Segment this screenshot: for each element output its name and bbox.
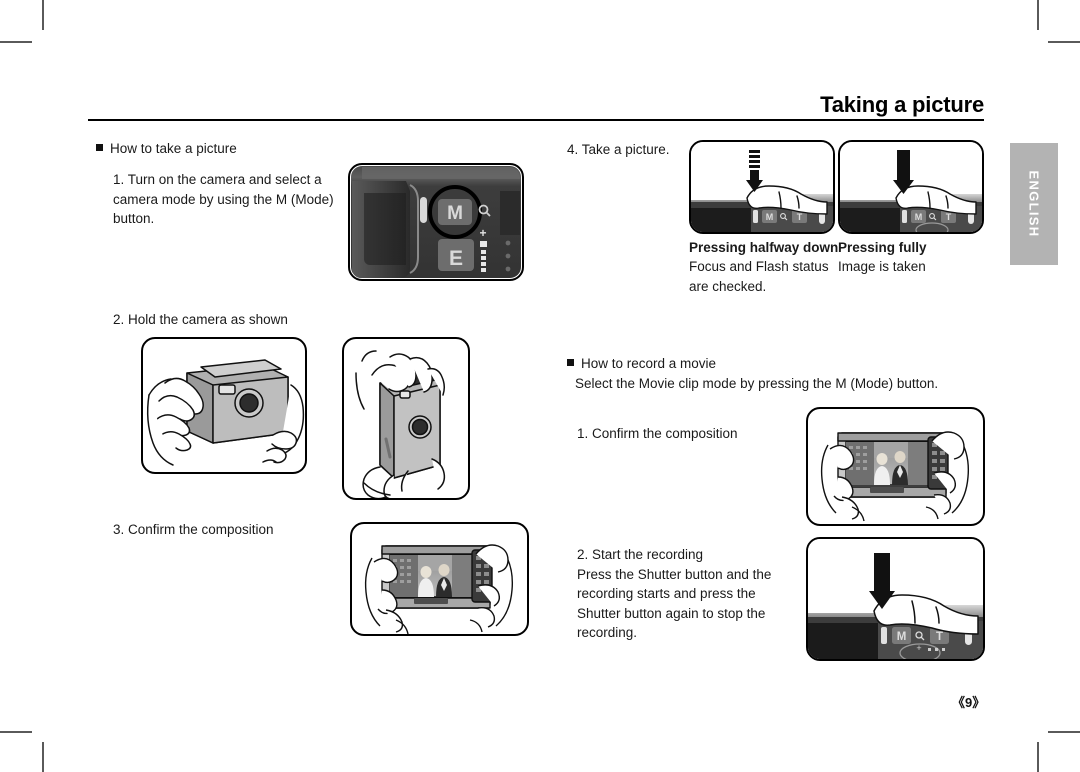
heading-how-to-take-a-picture-label: How to take a picture	[110, 141, 237, 156]
heading-how-to-record-a-movie-label: How to record a movie	[581, 356, 717, 371]
crop-mark-top-left-horizontal	[0, 41, 32, 43]
illustration-press-fully: M T	[838, 140, 984, 234]
svg-text:T: T	[797, 212, 803, 222]
language-tab: ENGLISH	[1010, 143, 1058, 265]
crop-mark-bottom-right-horizontal	[1048, 731, 1080, 733]
movie-intro-text: Select the Movie clip mode by pressing t…	[575, 376, 939, 391]
page-number: 《9》	[952, 695, 986, 710]
caption-pressing-halfway-title: Pressing halfway down	[689, 240, 839, 255]
square-bullet-icon-movie	[567, 359, 574, 366]
svg-text:M: M	[897, 631, 907, 643]
svg-text:M: M	[915, 212, 923, 222]
svg-text:T: T	[946, 212, 952, 222]
manual-page: Taking a picture ENGLISH How to take a p…	[0, 0, 1080, 772]
movie-step-1-text: 1. Confirm the composition	[577, 426, 738, 441]
crop-mark-top-left-vertical	[42, 0, 44, 30]
language-tab-label: ENGLISH	[1026, 170, 1042, 238]
crop-mark-bottom-left-horizontal	[0, 731, 32, 733]
crop-mark-bottom-left-vertical	[42, 742, 44, 772]
step-1-text: 1. Turn on the camera and select a camer…	[113, 172, 334, 226]
illustration-hold-camera-vertical	[342, 337, 470, 500]
crop-mark-top-right-vertical	[1037, 0, 1039, 30]
step-2-text: 2. Hold the camera as shown	[113, 312, 288, 327]
heading-how-to-record-a-movie: How to record a movie	[567, 354, 716, 373]
svg-text:T: T	[936, 631, 943, 643]
svg-text:M: M	[766, 212, 774, 222]
illustration-confirm-composition-left	[350, 522, 529, 636]
illustration-confirm-composition-right	[806, 407, 985, 526]
svg-text:+: +	[479, 226, 486, 240]
svg-text:E: E	[449, 247, 463, 270]
crop-mark-bottom-right-vertical	[1037, 742, 1039, 772]
svg-text:+: +	[916, 643, 921, 653]
movie-step-2-text: 2. Start the recording Press the Shutter…	[577, 547, 772, 640]
illustration-camera-back: M + E	[348, 163, 524, 281]
svg-text:M: M	[447, 203, 463, 224]
header-rule	[88, 119, 984, 121]
heading-how-to-take-a-picture: How to take a picture	[96, 139, 237, 158]
caption-pressing-fully-title: Pressing fully	[838, 240, 927, 255]
illustration-hold-camera-horizontal	[141, 337, 307, 474]
crop-mark-top-right-horizontal	[1048, 41, 1080, 43]
square-bullet-icon	[96, 144, 103, 151]
illustration-press-halfway: M T	[689, 140, 835, 234]
illustration-start-recording: M T +	[806, 537, 985, 661]
caption-pressing-halfway-body: Focus and Flash status are checked.	[689, 259, 829, 294]
page-title: Taking a picture	[820, 92, 984, 117]
caption-pressing-fully-body: Image is taken	[838, 259, 926, 274]
